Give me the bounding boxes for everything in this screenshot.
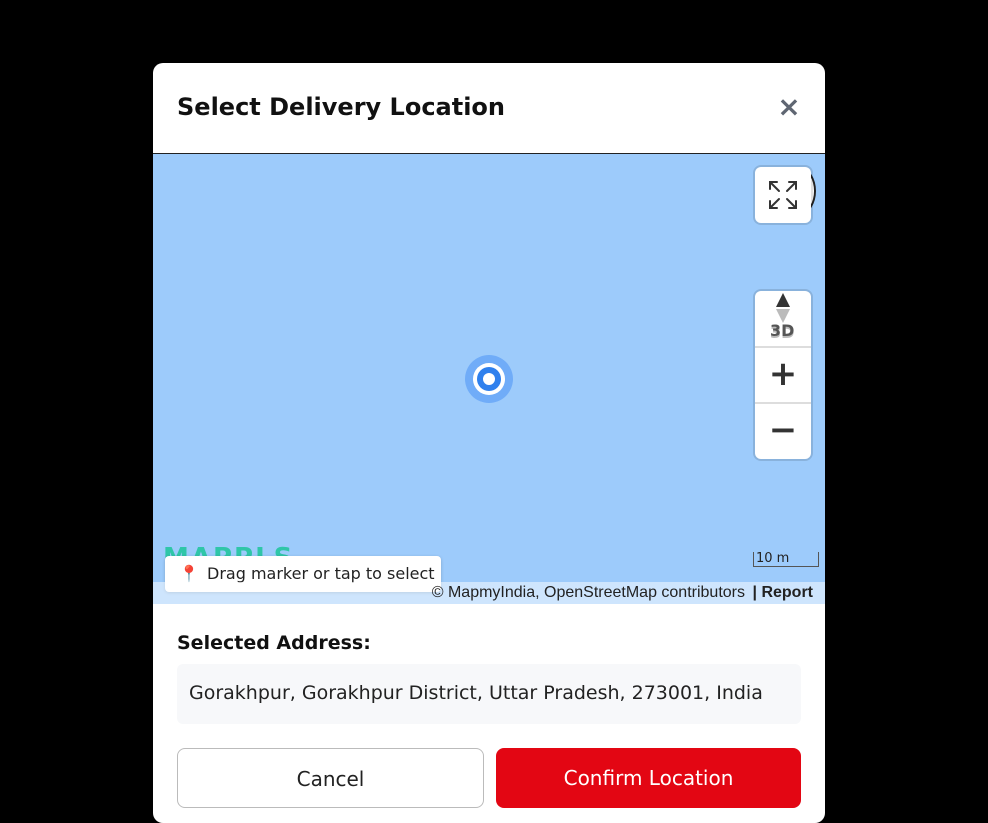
close-button[interactable]: ×	[777, 93, 801, 121]
minus-icon: −	[768, 410, 798, 450]
compass-icon	[776, 293, 790, 323]
plus-icon: +	[768, 354, 798, 394]
map-scale: 10 m	[753, 552, 819, 567]
cancel-button[interactable]: Cancel	[177, 748, 484, 808]
selected-address-value: Gorakhpur, Gorakhpur District, Uttar Pra…	[189, 682, 763, 704]
zoom-in-button[interactable]: +	[755, 347, 811, 404]
zoom-out-button[interactable]: −	[755, 403, 811, 458]
delivery-location-modal: Select Delivery Location × 3D + − MAPPLS…	[153, 63, 825, 823]
confirm-location-button[interactable]: Confirm Location	[496, 748, 801, 808]
expand-icon	[769, 181, 797, 209]
compass-3d-button[interactable]: 3D	[755, 291, 811, 348]
fullscreen-button[interactable]	[755, 167, 811, 223]
map-attribution: © MapmyIndia, OpenStreetMap contributors…	[153, 582, 825, 604]
modal-header: Select Delivery Location ×	[153, 63, 825, 154]
selected-address-box: Gorakhpur, Gorakhpur District, Uttar Pra…	[177, 664, 801, 724]
attribution-text: © MapmyIndia, OpenStreetMap contributors	[431, 584, 745, 601]
three-d-label: 3D	[770, 321, 795, 340]
selected-address-label: Selected Address:	[177, 632, 371, 654]
modal-title: Select Delivery Location	[177, 93, 506, 121]
report-link[interactable]: | Report	[753, 582, 813, 604]
map-navigation-control: 3D + −	[755, 291, 811, 459]
map-canvas[interactable]: 3D + − MAPPLS 10 m 📍 Drag marker or tap …	[153, 154, 825, 604]
location-marker-center	[483, 373, 495, 385]
